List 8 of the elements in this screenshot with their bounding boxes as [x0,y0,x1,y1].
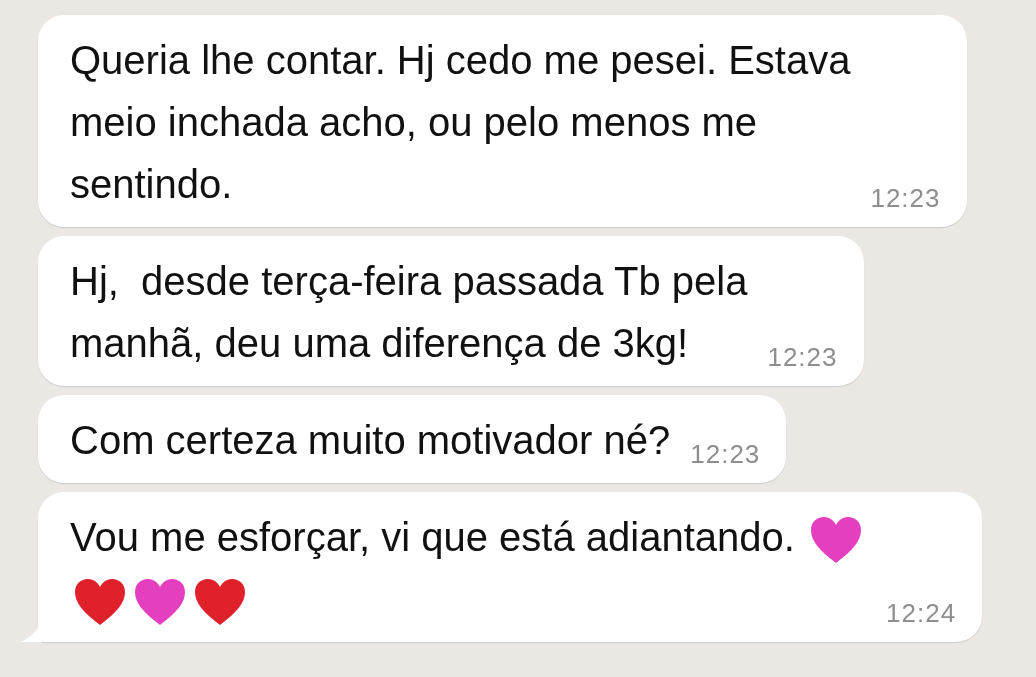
message-time: 12:23 [690,438,761,471]
message-time: 12:24 [886,597,957,630]
message-time: 12:23 [767,341,838,374]
message-text: Vou me esforçar, vi que está adiantando. [70,515,795,559]
message-text: Com certeza muito motivador né? [70,417,671,464]
message-text: Queria lhe contar. Hj cedo me pesei. Estava meio inchada acho, ou pelo menos me sentindo. [70,37,851,208]
message-time: 12:23 [870,182,941,215]
message-text: Hj, desde terça-feira passada Tb pela manhã, deu uma diferença de 3kg! [70,258,748,367]
